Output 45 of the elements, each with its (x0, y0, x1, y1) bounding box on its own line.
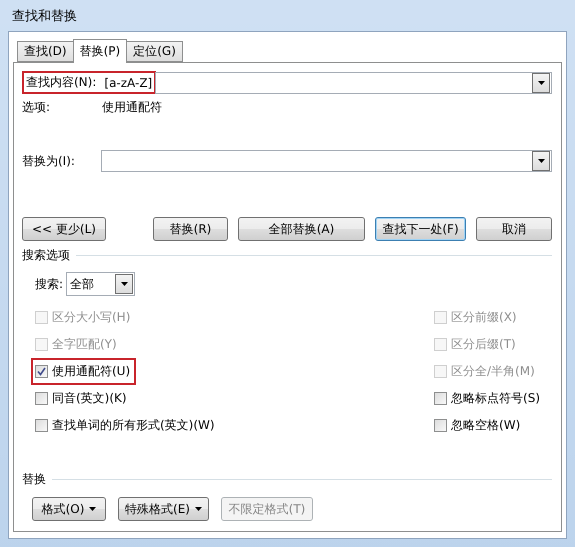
checkbox-label: 忽略标点符号(S) (451, 390, 540, 407)
dropdown-arrow-icon (538, 159, 544, 163)
checkbox-label: 同音(英文)(K) (52, 390, 127, 407)
format-button[interactable]: 格式(O) (32, 497, 106, 521)
dialog-button[interactable]: 查找下一处(F) (375, 217, 466, 241)
tab[interactable]: 定位(G) (126, 41, 183, 62)
replace-field[interactable] (101, 150, 552, 172)
group-title: 搜索选项 (22, 247, 70, 264)
checkbox-label: 查找单词的所有形式(英文)(W) (52, 417, 215, 434)
group-title: 替换 (22, 471, 46, 488)
checkbox-label: 忽略空格(W) (451, 417, 520, 434)
options-label: 选项: (22, 99, 52, 116)
less-button[interactable]: << 更少(L) (22, 217, 106, 241)
find-field[interactable] (155, 72, 552, 94)
checkbox-label: 区分前缀(X) (451, 309, 517, 326)
dropdown-button[interactable] (532, 151, 550, 171)
search-label: 搜索: (35, 276, 64, 292)
dialog-button[interactable]: 替换(R) (153, 217, 228, 241)
format-button[interactable]: 特殊格式(E) (118, 497, 209, 521)
search-dropdown[interactable]: 全部 (66, 272, 136, 296)
field-label: 替换为(I): (22, 152, 76, 170)
checkbox[interactable] (35, 365, 48, 378)
dropdown-arrow-icon (120, 282, 128, 286)
dropdown-button[interactable] (115, 274, 134, 294)
input-value: [a-zA-Z] (103, 76, 152, 90)
checkbox-label: 区分后缀(T) (451, 336, 516, 353)
dialog-button[interactable]: 全部替换(A) (238, 217, 365, 241)
checkbox[interactable] (434, 392, 448, 405)
checkbox-label: 使用通配符(U) (52, 363, 130, 380)
window-title: 查找和替换 (12, 8, 77, 24)
tab[interactable]: 替换(P) (72, 39, 128, 63)
dialog-button[interactable]: 取消 (476, 217, 552, 241)
checkbox[interactable] (35, 419, 48, 432)
field-label: 查找内容(N): (26, 74, 96, 91)
options-value: 使用通配符 (102, 99, 162, 116)
checkbox-label: 全字匹配(Y) (52, 336, 117, 353)
dropdown-arrow-icon (538, 80, 544, 84)
checkbox-label: 区分全/半角(M) (451, 363, 535, 380)
checkbox[interactable] (434, 419, 448, 432)
dropdown-arrow-icon (89, 507, 96, 511)
dropdown-arrow-icon (194, 507, 202, 511)
checkbox[interactable] (35, 392, 48, 405)
tab[interactable]: 查找(D) (17, 41, 74, 62)
dropdown-button[interactable] (532, 72, 550, 92)
checkbox-label: 区分大小写(H) (52, 309, 130, 326)
